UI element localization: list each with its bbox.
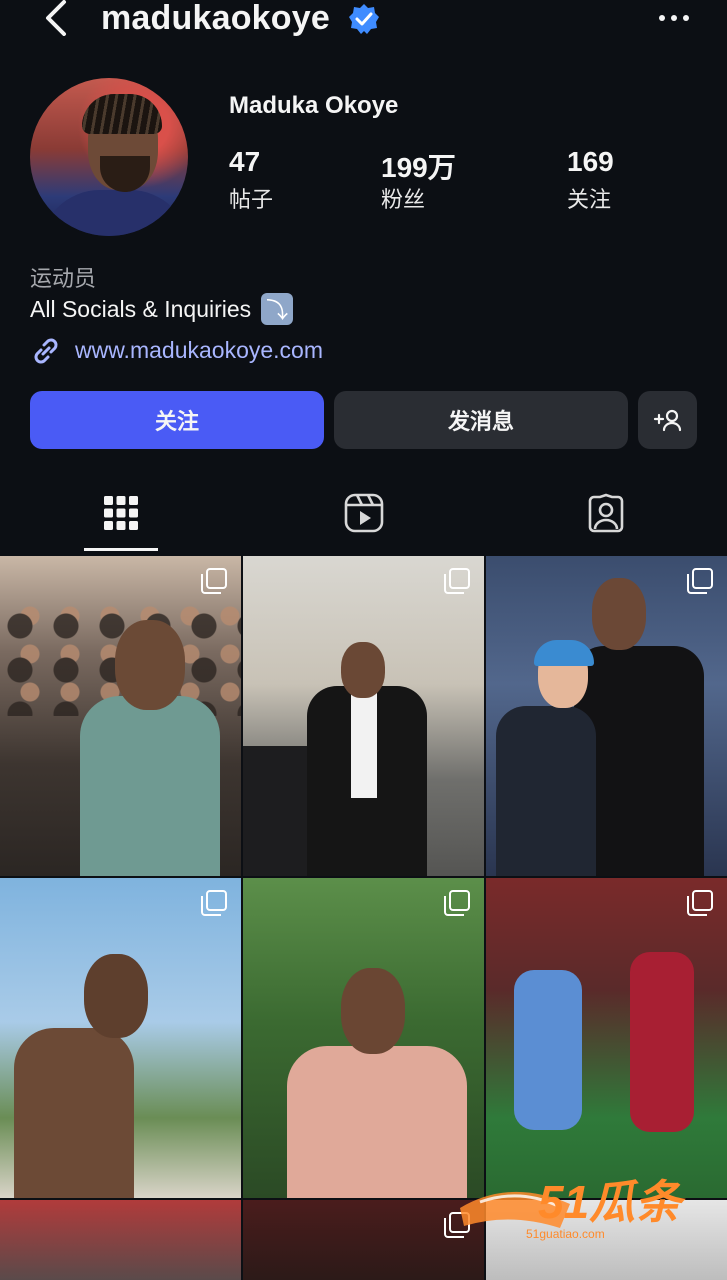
followers-count[interactable]: 199万 [381, 146, 456, 186]
post-thumbnail[interactable] [0, 878, 241, 1198]
svg-text:51瓜条: 51瓜条 [538, 1176, 686, 1228]
post-thumbnail[interactable] [243, 556, 484, 876]
reels-icon [344, 493, 384, 533]
bio-text: All Socials & Inquiries [30, 295, 252, 322]
grid-icon [104, 496, 138, 530]
posts-count[interactable]: 47 [229, 146, 260, 178]
profile-full-name: Maduka Okoye [229, 92, 399, 119]
post-thumbnail[interactable] [486, 878, 727, 1198]
post-thumbnail[interactable] [0, 556, 241, 876]
svg-text:51guatiao.com: 51guatiao.com [526, 1227, 605, 1241]
post-thumbnail[interactable] [243, 878, 484, 1198]
post-thumbnail[interactable] [486, 556, 727, 876]
multiple-photos-icon [201, 568, 227, 594]
following-label[interactable]: 关注 [567, 182, 611, 214]
profile-category: 运动员 [30, 266, 97, 291]
add-person-icon [653, 409, 681, 432]
multiple-photos-icon [444, 568, 470, 594]
multiple-photos-icon [201, 890, 227, 916]
followers-label[interactable]: 粉丝 [381, 182, 425, 214]
watermark-logo-icon: 51瓜条 51guatiao.com [460, 1176, 686, 1241]
multiple-photos-icon [687, 890, 713, 916]
profile-bio: All Socials & Inquiries ⤵ [30, 293, 294, 325]
more-options-icon[interactable] [656, 8, 692, 28]
multiple-photos-icon [687, 568, 713, 594]
posts-label[interactable]: 帖子 [229, 182, 273, 214]
post-thumbnail[interactable] [0, 1200, 241, 1280]
tab-posts-grid[interactable] [91, 488, 151, 538]
post-thumbnail[interactable] [243, 1200, 484, 1280]
profile-website-link[interactable]: www.madukaokoye.com [75, 337, 323, 364]
following-count[interactable]: 169 [567, 146, 614, 178]
tab-reels[interactable] [334, 488, 394, 538]
profile-username: madukaokoye [101, 0, 330, 37]
verified-badge-icon [349, 4, 379, 34]
follow-button[interactable]: 关注 [30, 391, 324, 449]
message-button[interactable]: 发消息 [334, 391, 628, 449]
arrow-down-emoji-icon: ⤵ [261, 293, 294, 325]
tab-tagged[interactable] [576, 488, 636, 538]
multiple-photos-icon [444, 890, 470, 916]
back-arrow-icon[interactable] [38, 0, 78, 36]
profile-avatar[interactable] [30, 78, 188, 236]
active-tab-indicator [84, 548, 158, 551]
tagged-person-icon [588, 493, 624, 533]
link-icon [34, 338, 58, 364]
suggest-users-button[interactable] [638, 391, 697, 449]
